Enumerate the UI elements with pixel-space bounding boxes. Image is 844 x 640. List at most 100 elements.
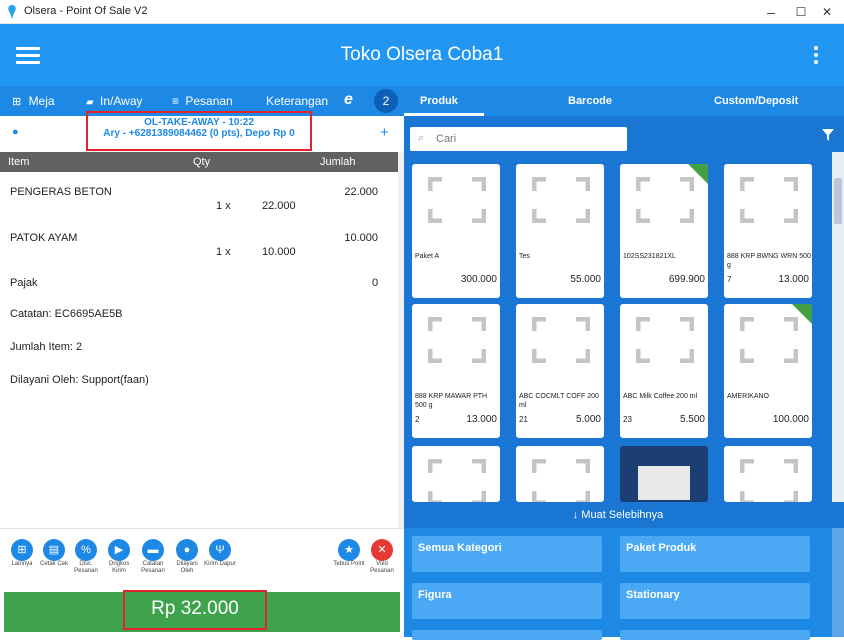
image-placeholder-icon — [427, 458, 487, 502]
close-window-button[interactable]: ✕ — [812, 2, 842, 22]
pay-button[interactable]: Rp 32.000 — [4, 590, 400, 632]
category-figura[interactable]: Figura — [412, 583, 602, 619]
in-away-button[interactable]: ▰ In/Away — [86, 94, 143, 108]
order-line[interactable]: PATOK AYAM 1 x 10.000 10.000 — [0, 226, 398, 266]
product-card[interactable]: 888 KRP BWNG WRN 500 g 7 13.000 — [724, 164, 812, 298]
product-stock: 2 — [415, 415, 420, 424]
image-placeholder-icon — [531, 458, 591, 502]
category-row-partial[interactable] — [412, 630, 602, 640]
search-box[interactable]: ⌕ Cari — [410, 127, 627, 151]
chat-icon: ▬ — [142, 539, 164, 561]
load-more-button[interactable]: ↓ Muat Selebihnya — [404, 506, 832, 528]
customer-info[interactable]: OL-TAKE-AWAY - 10:22 Ary - +628138908446… — [86, 111, 312, 151]
product-card[interactable]: Tes 55.000 — [516, 164, 604, 298]
print-icon: ▤ — [43, 539, 65, 561]
search-input[interactable]: Cari — [436, 133, 456, 145]
total-amount: Rp 32.000 — [123, 590, 267, 630]
product-card[interactable]: ABC COCMLT COFF 200 ml 21 5.000 — [516, 304, 604, 438]
product-card-partial[interactable] — [620, 446, 708, 502]
image-placeholder-icon — [635, 316, 695, 364]
product-card[interactable]: 102SS231821XL 699.900 — [620, 164, 708, 298]
product-card[interactable]: Paket A 300.000 — [412, 164, 500, 298]
action-kirim-dapur[interactable]: Ψ Kirim Dapur — [204, 539, 236, 568]
customer-bar: ● OL-TAKE-AWAY - 10:22 Ary - +6281389084… — [0, 111, 404, 152]
product-card[interactable]: 888 KRP MAWAR PTH 500 g 2 13.000 — [412, 304, 500, 438]
product-price: 55.000 — [570, 274, 601, 285]
action-label: Cetak Cek — [39, 561, 68, 567]
col-item: Item — [8, 156, 30, 168]
order-type-time: OL-TAKE-AWAY - 10:22 — [144, 117, 254, 128]
app-header: Toko Olsera Coba1 — [0, 24, 844, 86]
products-scrollbar[interactable] — [832, 152, 844, 502]
product-card-partial[interactable] — [724, 446, 812, 502]
order-line[interactable]: PENGERAS BETON 1 x 22.000 22.000 — [0, 180, 398, 220]
kitchen-icon: Ψ — [209, 539, 231, 561]
pesanan-label: Pesanan — [185, 94, 233, 108]
product-card-partial[interactable] — [516, 446, 604, 502]
product-name: 888 KRP MAWAR PTH 500 g — [415, 393, 488, 409]
customer-details: Ary - +6281389084462 (0 pts), Depo Rp 0 — [103, 128, 295, 139]
product-price: 5.000 — [575, 414, 601, 425]
action-disc-pesanan[interactable]: % Disc. Pesanan — [70, 539, 102, 575]
action-label: Tebus Point — [333, 561, 365, 567]
olsera-logo-icon — [8, 5, 16, 19]
product-name: Paket A — [415, 253, 440, 260]
product-card[interactable]: ABC Milk Coffee 200 ml 23 5.500 — [620, 304, 708, 438]
action-void-pesanan[interactable]: ✕ Void Pesanan — [366, 539, 398, 575]
add-customer-icon[interactable]: + — [380, 124, 389, 141]
meja-button[interactable]: ⊞ Meja — [12, 94, 55, 108]
product-thumbnail — [638, 466, 690, 500]
product-name: ABC Milk Coffee 200 ml — [623, 393, 698, 400]
col-jumlah: Jumlah — [320, 156, 356, 168]
action-bar: ⊞ Lainnya ▤ Cetak Cek % Disc. Pesanan ▶ … — [0, 528, 404, 588]
action-lainnya[interactable]: ⊞ Lainnya — [6, 539, 38, 568]
action-label: Disc. Pesanan — [74, 561, 98, 574]
product-stock: 21 — [519, 415, 528, 424]
product-price: 5.500 — [679, 414, 705, 425]
customer-icon[interactable]: ● — [12, 126, 19, 138]
filter-icon[interactable] — [822, 129, 834, 141]
image-placeholder-icon — [427, 176, 487, 224]
meja-label: Meja — [28, 94, 55, 108]
window-title: Olsera - Point Of Sale V2 — [24, 5, 148, 17]
tab-custom-deposit[interactable]: Custom/Deposit — [714, 95, 798, 107]
product-tabs: Produk Barcode Custom/Deposit — [404, 86, 844, 116]
more-options-icon[interactable] — [812, 46, 820, 66]
served-by: Dilayani Oleh: Support(faan) — [10, 374, 149, 386]
keterangan-button[interactable]: Keterangan — [266, 94, 328, 108]
load-more-label: Muat Selebihnya — [581, 509, 664, 521]
category-paket-produk[interactable]: Paket Produk — [620, 536, 810, 572]
product-name: Tes — [519, 253, 530, 260]
minimize-button[interactable]: – — [756, 2, 786, 22]
tab-barcode[interactable]: Barcode — [568, 95, 612, 107]
category-row-partial[interactable] — [620, 630, 810, 640]
item-name: PENGERAS BETON — [10, 186, 112, 198]
grid-icon: ⊞ — [11, 539, 33, 561]
product-price: 699.900 — [668, 274, 705, 285]
order-note: Catatan: EC6695AE5B — [10, 308, 123, 320]
action-dilayani-oleh[interactable]: ● Dilayani Oleh — [171, 539, 203, 575]
order-count-badge[interactable]: 2 — [374, 89, 398, 113]
action-label: Catatan Pesanan — [141, 561, 165, 574]
item-total: 22.000 — [344, 186, 378, 198]
tax-value: 0 — [372, 277, 379, 289]
category-scrollbar[interactable] — [832, 528, 844, 637]
product-card[interactable]: AMERIKANO 100.000 — [724, 304, 812, 438]
item-count: Jumlah Item: 2 — [10, 341, 83, 353]
order-table-header: Item Qty Jumlah — [0, 152, 398, 172]
pesanan-button[interactable]: ≡ Pesanan — [172, 94, 233, 108]
category-semua[interactable]: Semua Kategori — [412, 536, 602, 572]
action-tebus-point[interactable]: ★ Tebus Point — [333, 539, 365, 568]
action-cetak-cek[interactable]: ▤ Cetak Cek — [38, 539, 70, 568]
action-ongkos-kirim[interactable]: ▶ Ongkos Kirim — [103, 539, 135, 575]
product-card-partial[interactable] — [412, 446, 500, 502]
image-placeholder-icon — [739, 458, 799, 502]
product-name: ABC COCMLT COFF 200 ml — [519, 393, 599, 409]
image-placeholder-icon — [739, 176, 799, 224]
browser-e-icon[interactable]: e — [344, 91, 353, 109]
close-icon: ✕ — [371, 539, 393, 561]
category-stationary[interactable]: Stationary — [620, 583, 810, 619]
action-catatan-pesanan[interactable]: ▬ Catatan Pesanan — [137, 539, 169, 575]
tab-produk[interactable]: Produk — [404, 86, 484, 116]
scroll-thumb[interactable] — [834, 178, 842, 224]
